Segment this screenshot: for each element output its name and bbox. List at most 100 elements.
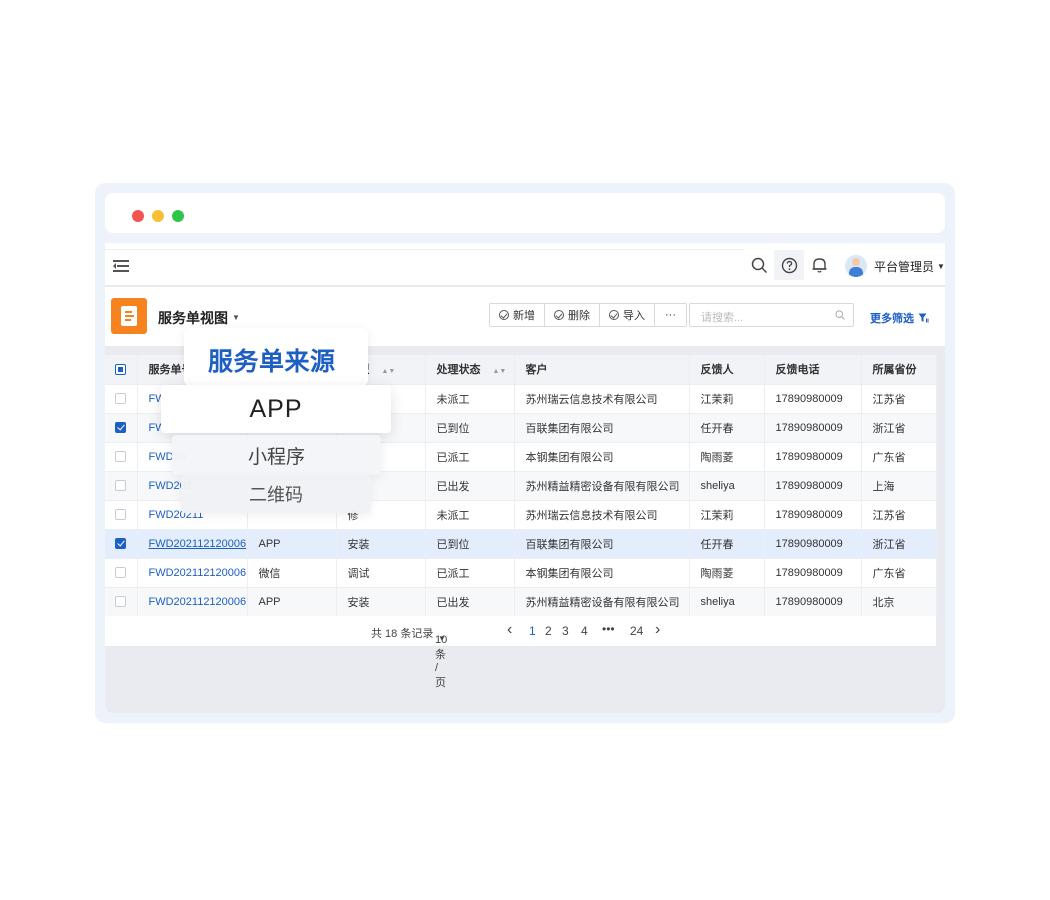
bell-icon[interactable] xyxy=(807,253,831,277)
type-cell: 安装 xyxy=(347,596,370,609)
province-cell: 浙江省 xyxy=(872,422,906,435)
next-page-button[interactable]: › xyxy=(655,621,660,639)
customer-cell: 本钢集团有限公司 xyxy=(525,567,614,580)
column-header[interactable]: 客户 xyxy=(514,355,690,385)
status-cell: 已派工 xyxy=(436,451,470,464)
status-cell: 未派工 xyxy=(436,509,470,522)
avatar xyxy=(845,255,867,277)
page-24[interactable]: 24 xyxy=(630,624,643,638)
phone-cell: 17890980009 xyxy=(775,566,843,579)
source-cell: APP xyxy=(258,537,281,550)
contact-cell: 江茉莉 xyxy=(700,509,734,522)
check-circle-icon xyxy=(554,310,564,320)
row-checkbox[interactable] xyxy=(115,451,126,463)
source-option-qrcode[interactable]: 二维码 xyxy=(181,475,371,513)
row-checkbox[interactable] xyxy=(115,480,126,492)
window-titlebar xyxy=(105,193,945,233)
page-ellipsis[interactable]: ••• xyxy=(602,622,615,636)
check-circle-icon xyxy=(609,310,619,320)
user-name: 平台管理员 xyxy=(874,259,935,274)
province-cell: 上海 xyxy=(872,480,895,493)
status-cell: 已到位 xyxy=(436,538,470,551)
help-button[interactable] xyxy=(774,250,804,280)
action-button-group: 新增 删除 导入 ··· xyxy=(489,303,687,327)
order-number-link[interactable]: FWD202112120006 xyxy=(149,596,247,608)
top-bar: 平台管理员 ▼ xyxy=(105,243,945,286)
document-logo-icon xyxy=(111,298,147,334)
source-popup-title: 服务单来源 xyxy=(208,348,336,376)
check-circle-icon xyxy=(499,310,509,320)
search-icon[interactable] xyxy=(747,253,771,277)
page-4[interactable]: 4 xyxy=(581,624,588,638)
status-cell: 已派工 xyxy=(436,567,470,580)
table-row[interactable]: FWD202112120006 APP 安装 已到位 百联集团有限公司 任开春 178909… xyxy=(105,529,937,559)
maximize-window-dot[interactable] xyxy=(172,210,184,222)
minimize-window-dot[interactable] xyxy=(152,210,164,222)
contact-cell: sheliya xyxy=(700,595,735,608)
user-menu[interactable]: 平台管理员 ▼ xyxy=(845,255,945,277)
chevron-down-icon[interactable]: ▼ xyxy=(232,313,240,322)
table-row[interactable]: FWD202112120006 微信 调试 已派工 本钢集团有限公司 陶雨菱 1789098… xyxy=(105,558,937,588)
source-option-app[interactable]: APP xyxy=(161,385,391,433)
sort-icon[interactable]: ▲▼ xyxy=(382,368,396,375)
filter-icon xyxy=(918,313,929,323)
menu-fold-icon[interactable] xyxy=(113,260,129,272)
sort-icon[interactable]: ▲▼ xyxy=(493,368,507,375)
row-checkbox[interactable] xyxy=(115,422,126,434)
pagination: 共 18 条记录 10条 / 页 ▼ ‹ 1 2 3 4 ••• 24 › xyxy=(105,616,936,689)
row-checkbox[interactable] xyxy=(115,596,126,608)
close-window-dot[interactable] xyxy=(132,210,144,222)
column-header[interactable]: 处理状态 ▲▼ xyxy=(425,355,515,385)
phone-cell: 17890980009 xyxy=(775,450,843,463)
column-header[interactable]: 反馈人 xyxy=(689,355,765,385)
phone-cell: 17890980009 xyxy=(775,479,843,492)
type-cell: 安装 xyxy=(347,538,370,551)
customer-cell: 百联集团有限公司 xyxy=(525,422,614,435)
import-button[interactable]: 导入 xyxy=(600,304,655,326)
customer-cell: 苏州精益精密设备有限有限公司 xyxy=(525,480,680,493)
contact-cell: 江茉莉 xyxy=(700,393,734,406)
contact-cell: sheliya xyxy=(700,479,735,492)
contact-cell: 任开春 xyxy=(700,538,734,551)
province-cell: 江苏省 xyxy=(872,393,906,406)
more-filter-button[interactable]: 更多筛选 xyxy=(870,310,929,326)
table-row[interactable]: FWD202112120006 APP 安装 已出发 苏州精益精密设备有限有限公司 she… xyxy=(105,587,937,617)
select-all-checkbox[interactable] xyxy=(115,363,126,375)
column-header[interactable]: 所属省份 xyxy=(861,355,937,385)
total-records: 共 18 条记录 xyxy=(371,628,434,640)
delete-button[interactable]: 删除 xyxy=(545,304,600,326)
order-number-link[interactable]: FWD202112120006 xyxy=(149,538,247,550)
view-title[interactable]: 服务单视图 xyxy=(158,308,228,328)
add-button[interactable]: 新增 xyxy=(490,304,545,326)
row-checkbox[interactable] xyxy=(115,509,126,521)
more-actions-button[interactable]: ··· xyxy=(655,304,686,326)
row-checkbox[interactable] xyxy=(115,393,126,405)
source-option-miniprogram[interactable]: 小程序 xyxy=(172,435,381,475)
phone-cell: 17890980009 xyxy=(775,508,843,521)
province-cell: 江苏省 xyxy=(872,509,906,522)
contact-cell: 陶雨菱 xyxy=(700,567,734,580)
page-3[interactable]: 3 xyxy=(562,624,569,638)
page-2[interactable]: 2 xyxy=(545,624,552,638)
province-cell: 广东省 xyxy=(872,451,906,464)
search-input[interactable]: 请搜索... xyxy=(689,303,854,327)
status-cell: 已出发 xyxy=(436,480,470,493)
phone-cell: 17890980009 xyxy=(775,392,843,405)
page-1[interactable]: 1 xyxy=(529,624,536,638)
status-cell: 未派工 xyxy=(436,393,470,406)
order-number-link[interactable]: FWD202112120006 xyxy=(149,567,247,579)
type-cell: 调试 xyxy=(347,567,370,580)
status-cell: 已出发 xyxy=(436,596,470,609)
column-header[interactable]: 反馈电话 xyxy=(764,355,862,385)
row-checkbox[interactable] xyxy=(115,538,126,550)
search-icon xyxy=(835,310,845,320)
source-popup: 服务单来源 xyxy=(184,328,368,386)
customer-cell: 百联集团有限公司 xyxy=(525,538,614,551)
phone-cell: 17890980009 xyxy=(775,421,843,434)
prev-page-button[interactable]: ‹ xyxy=(507,621,512,639)
source-cell: 微信 xyxy=(258,567,281,580)
province-cell: 浙江省 xyxy=(872,538,906,551)
chevron-down-icon: ▼ xyxy=(438,634,446,643)
source-cell: APP xyxy=(258,595,281,608)
row-checkbox[interactable] xyxy=(115,567,126,579)
